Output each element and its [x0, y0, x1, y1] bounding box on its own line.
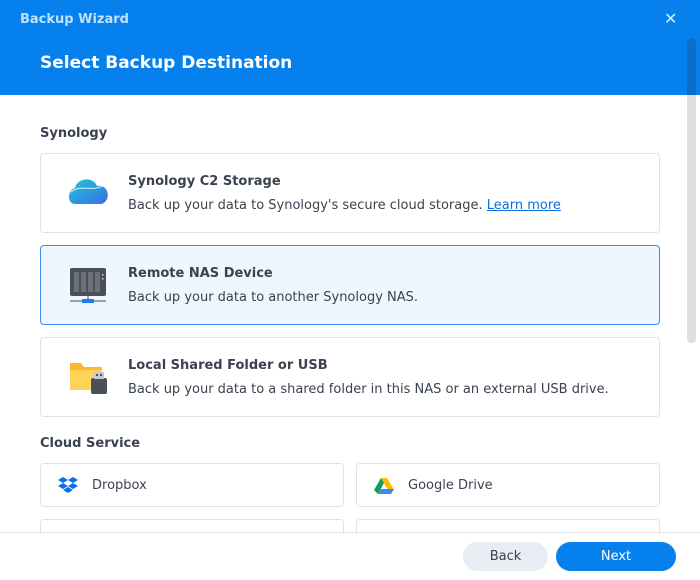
service-label: Google Drive: [408, 478, 493, 493]
nas-icon: [70, 268, 106, 303]
option-cloud-more[interactable]: [356, 519, 660, 532]
content-area: Synology Synology C2 Storage Back up you…: [0, 95, 700, 532]
option-desc: Back up your data to Synology's secure c…: [128, 198, 561, 213]
learn-more-link[interactable]: Learn more: [487, 198, 561, 213]
page-title: Select Backup Destination: [40, 53, 293, 73]
option-local-folder-usb[interactable]: Local Shared Folder or USB Back up your …: [40, 337, 660, 417]
option-dropbox[interactable]: Dropbox: [40, 463, 344, 507]
option-remote-nas[interactable]: Remote NAS Device Back up your data to a…: [40, 245, 660, 325]
option-title: Synology C2 Storage: [128, 174, 281, 189]
option-google-drive[interactable]: Google Drive: [356, 463, 660, 507]
section-cloud-label: Cloud Service: [40, 436, 141, 451]
option-desc: Back up your data to a shared folder in …: [128, 382, 609, 397]
folder-usb-icon: [70, 363, 107, 394]
back-button[interactable]: Back: [463, 542, 548, 571]
option-title: Remote NAS Device: [128, 266, 273, 281]
window-title: Backup Wizard: [20, 12, 129, 27]
service-label: Dropbox: [92, 478, 147, 493]
dropbox-icon: [58, 477, 78, 493]
next-button[interactable]: Next: [556, 542, 676, 571]
close-icon[interactable]: ✕: [664, 9, 677, 28]
option-cloud-more[interactable]: [40, 519, 344, 532]
wizard-header: Backup Wizard ✕ Select Backup Destinatio…: [0, 0, 700, 95]
section-synology-label: Synology: [40, 126, 108, 141]
option-c2-storage[interactable]: Synology C2 Storage Back up your data to…: [40, 153, 660, 233]
option-title: Local Shared Folder or USB: [128, 358, 328, 373]
option-desc: Back up your data to another Synology NA…: [128, 290, 419, 305]
wizard-footer: Back Next: [0, 532, 700, 580]
google-drive-icon: [374, 478, 394, 494]
cloud-icon: [69, 179, 108, 204]
